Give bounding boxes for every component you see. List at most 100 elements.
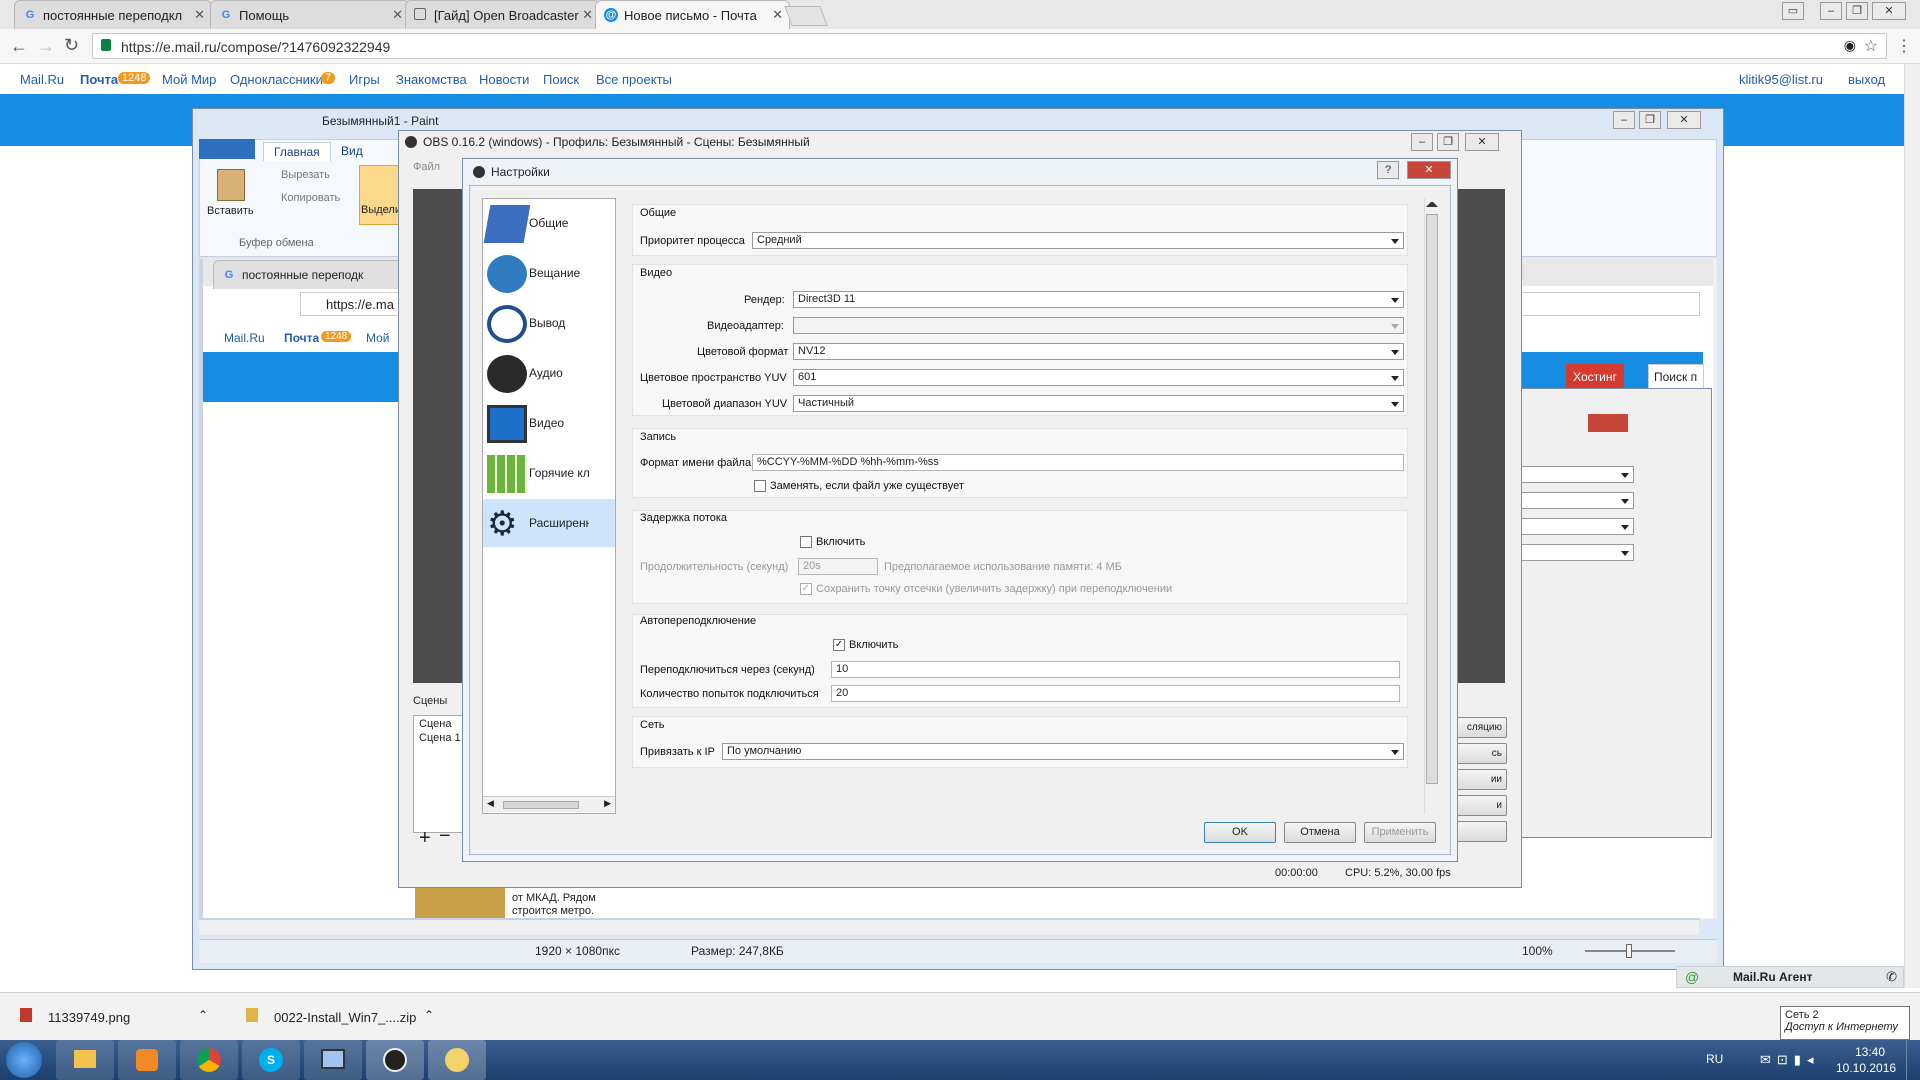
filename-input[interactable]: %CCYY-%MM-%DD %hh-%mm-%ss: [752, 454, 1404, 471]
mailru-agent-bar[interactable]: @ Mail.Ru Агент ✆: [1676, 966, 1904, 988]
taskbar-skype[interactable]: S: [242, 1040, 300, 1080]
nav-stream[interactable]: Вещание: [483, 249, 615, 297]
paint-close[interactable]: ✕: [1667, 111, 1701, 129]
chevron-up-icon[interactable]: ⌃: [424, 1008, 434, 1022]
bind-ip-combo[interactable]: По умолчанию: [722, 743, 1404, 760]
reload-icon[interactable]: ↻: [64, 35, 79, 56]
settings-scroll-thumb[interactable]: [1426, 214, 1438, 784]
yuv-space-combo[interactable]: 601: [793, 369, 1404, 386]
tray-icons[interactable]: ✉⊡▮◂: [1760, 1052, 1819, 1068]
retries-spinbox[interactable]: 20: [831, 685, 1400, 702]
obs-minimize[interactable]: ‒: [1411, 133, 1433, 151]
nav-moi-mir[interactable]: Мой Мир: [162, 72, 216, 87]
clock-date[interactable]: 10.10.2016: [1836, 1061, 1896, 1075]
language-indicator[interactable]: RU: [1706, 1052, 1723, 1066]
paint-minimize[interactable]: ‒: [1613, 111, 1635, 129]
nav-search[interactable]: Поиск: [543, 72, 579, 87]
browser-tab-4-active[interactable]: @ Новое письмо - Почта ✕: [595, 0, 790, 29]
nav-all-projects[interactable]: Все проекты: [596, 72, 672, 87]
close-tab-icon[interactable]: ✕: [194, 7, 205, 23]
nav-hscroll[interactable]: ◀ ▶: [483, 796, 615, 812]
paint-maximize[interactable]: ❐: [1639, 111, 1661, 129]
close-tab-icon[interactable]: ✕: [392, 7, 403, 23]
address-bar[interactable]: https://e.mail.ru/compose/?1476092322949…: [92, 33, 1887, 59]
zoom-thumb[interactable]: [1626, 944, 1632, 958]
menu-icon[interactable]: ⋮: [1896, 36, 1912, 56]
user-icon[interactable]: ▭: [1782, 2, 1804, 20]
remove-scene-button[interactable]: −: [439, 825, 451, 848]
priority-combo[interactable]: Средний: [752, 232, 1404, 249]
settings-close[interactable]: ✕: [1407, 161, 1451, 179]
minimize-button[interactable]: ‒: [1820, 2, 1842, 20]
delay-enable-checkbox[interactable]: [800, 536, 812, 548]
taskbar-explorer[interactable]: [56, 1040, 114, 1080]
nav-games[interactable]: Игры: [349, 72, 380, 87]
taskbar-obs[interactable]: [366, 1040, 424, 1080]
nav-dating[interactable]: Знакомства: [396, 72, 467, 87]
nav-odnoklassniki[interactable]: Одноклассники: [230, 72, 323, 87]
close-tab-icon[interactable]: ✕: [582, 7, 593, 23]
render-combo[interactable]: Direct3D 11: [793, 291, 1404, 308]
nav-general[interactable]: Общие: [483, 199, 615, 247]
taskbar-chrome[interactable]: [180, 1040, 238, 1080]
download-item-1[interactable]: 11339749.png ⌃: [12, 1000, 222, 1034]
paint-menu-button[interactable]: [199, 139, 255, 159]
logout-link[interactable]: выход: [1848, 72, 1885, 87]
obs-side-button-4[interactable]: и: [1451, 795, 1507, 816]
close-button[interactable]: ✕: [1872, 2, 1906, 20]
preserve-checkbox[interactable]: ✓: [800, 583, 812, 595]
apply-button[interactable]: Применить: [1364, 822, 1436, 843]
paint-tab-view[interactable]: Вид: [341, 144, 363, 158]
back-icon[interactable]: ←: [10, 36, 28, 57]
copy-button[interactable]: Копировать: [281, 192, 340, 204]
cut-button[interactable]: Вырезать: [281, 169, 330, 181]
taskbar-media[interactable]: [118, 1040, 176, 1080]
help-button[interactable]: ?: [1377, 161, 1399, 179]
nav-pochta[interactable]: Почта: [80, 72, 118, 87]
obs-side-button-1[interactable]: сляцию: [1451, 717, 1507, 738]
download-item-2[interactable]: 0022-Install_Win7_....zip ⌃: [238, 1000, 448, 1034]
color-format-combo[interactable]: NV12: [793, 343, 1404, 360]
nav-output[interactable]: Вывод: [483, 299, 615, 347]
paste-button[interactable]: Вставить: [207, 205, 254, 217]
chevron-up-icon[interactable]: ⌃: [198, 1008, 208, 1022]
settings-vscroll[interactable]: [1424, 198, 1438, 814]
browser-tab-1[interactable]: G постоянные переподкл ✕: [14, 0, 212, 29]
reconnect-delay-spinbox[interactable]: 10: [831, 661, 1400, 678]
nav-news[interactable]: Новости: [479, 72, 529, 87]
maximize-button[interactable]: ❐: [1846, 2, 1868, 20]
ok-button[interactable]: OK: [1204, 822, 1276, 843]
close-tab-icon[interactable]: ✕: [772, 7, 783, 23]
overwrite-checkbox[interactable]: [754, 480, 766, 492]
taskbar-rdp[interactable]: [304, 1040, 362, 1080]
obs-maximize[interactable]: ❐: [1437, 133, 1459, 151]
start-button[interactable]: [6, 1042, 42, 1078]
obs-menu-file[interactable]: Файл: [413, 161, 440, 173]
obs-side-button-5[interactable]: [1451, 821, 1507, 842]
browser-tab-3[interactable]: [Гайд] Open Broadcaster ✕: [405, 0, 600, 29]
select-button[interactable]: Выдели: [359, 165, 401, 225]
obs-side-button-2[interactable]: сь: [1451, 743, 1507, 764]
star-icon[interactable]: ☆: [1864, 36, 1878, 56]
taskbar-paint[interactable]: [428, 1040, 486, 1080]
obs-close[interactable]: ✕: [1465, 133, 1499, 151]
reconnect-enable-checkbox[interactable]: ✓: [833, 639, 845, 651]
nav-advanced[interactable]: ⚙ Расширенны: [483, 499, 615, 547]
nav-video[interactable]: Видео: [483, 399, 615, 447]
user-email[interactable]: klitik95@list.ru: [1739, 72, 1823, 87]
cancel-button[interactable]: Отмена: [1284, 822, 1356, 843]
duration-spinbox[interactable]: 20s: [798, 558, 878, 575]
adapter-combo[interactable]: [793, 317, 1404, 334]
new-tab-button[interactable]: [784, 6, 828, 26]
paint-hscroll[interactable]: [199, 919, 1699, 935]
paint-tab-home[interactable]: Главная: [263, 142, 331, 161]
add-scene-button[interactable]: +: [419, 827, 431, 850]
show-desktop-button[interactable]: [1906, 1040, 1920, 1080]
phone-icon[interactable]: ✆: [1886, 969, 1897, 985]
forward-icon[interactable]: →: [37, 36, 55, 57]
nav-hotkeys[interactable]: Горячие клав: [483, 449, 615, 497]
nav-mailru[interactable]: Mail.Ru: [20, 72, 64, 87]
extension-icon[interactable]: ◉: [1844, 37, 1856, 54]
obs-side-button-3[interactable]: ии: [1451, 769, 1507, 790]
yuv-range-combo[interactable]: Частичный: [793, 395, 1404, 412]
